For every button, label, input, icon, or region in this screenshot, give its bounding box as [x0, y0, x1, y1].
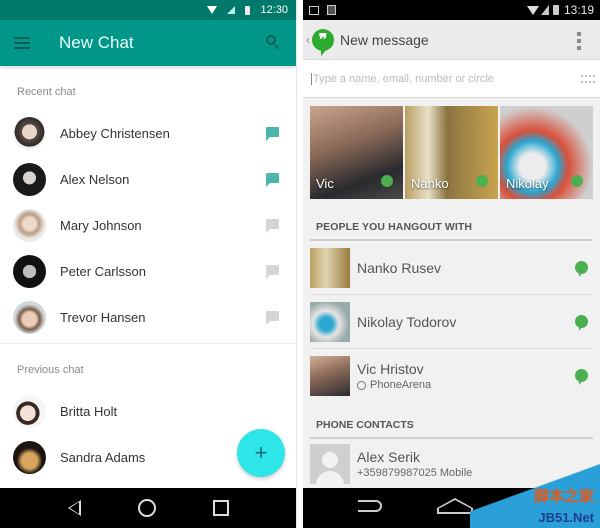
search-icon[interactable]: [266, 35, 280, 50]
contact-name: Trevor Hansen: [60, 309, 146, 325]
hangouts-presence-icon: [575, 369, 588, 385]
watermark-text: 脚本之家: [533, 488, 594, 505]
chat-row-mary[interactable]: Mary Johnson: [0, 202, 296, 248]
back-chevron-icon[interactable]: ‹: [306, 33, 310, 47]
message-icon[interactable]: [266, 265, 279, 279]
chat-row-alex[interactable]: Alex Nelson: [0, 156, 296, 202]
contact-name: Nikolay Todorov: [357, 313, 457, 330]
hangouts-presence-icon: [575, 315, 588, 331]
phone-contacts-header: PHONE CONTACTS: [310, 419, 593, 439]
watermark-badge: 脚本之家 JB51.Net: [470, 458, 600, 528]
chat-row-peter[interactable]: Peter Carlsson: [0, 248, 296, 294]
contact-name: Nanko Rusev: [357, 259, 442, 276]
message-icon[interactable]: [266, 173, 279, 187]
online-indicator: [381, 175, 393, 187]
recipient-input[interactable]: [311, 72, 561, 85]
message-icon[interactable]: [266, 219, 279, 233]
message-icon[interactable]: [266, 127, 279, 141]
watermark-url: JB51.Net: [538, 510, 594, 525]
right-phone-new-message: 13:19 ‹ ❞ New message Vic Nanko Nikolay: [303, 0, 600, 528]
tile-name: Nanko: [411, 176, 449, 191]
online-indicator: [476, 175, 488, 187]
contact-name: Vic Hristov: [357, 361, 424, 377]
wifi-icon: [526, 5, 539, 15]
back-icon[interactable]: [68, 500, 82, 516]
favorite-tiles: Vic Nanko Nikolay: [310, 106, 600, 199]
signal-icon: [540, 5, 549, 15]
contact-circle: PhoneArena: [357, 379, 431, 391]
battery-icon: [245, 5, 251, 15]
contact-name: Sandra Adams: [60, 449, 146, 465]
default-avatar-icon: [310, 444, 350, 484]
recipient-search-bar: [303, 60, 600, 98]
contact-name: Mary Johnson: [60, 217, 142, 233]
tile-nanko[interactable]: Nanko: [405, 106, 498, 199]
home-icon[interactable]: [137, 499, 156, 517]
hangout-row-nikolay[interactable]: Nikolay Todorov: [310, 295, 593, 349]
contact-name: Alex Serik: [357, 449, 421, 465]
tile-nikolay[interactable]: Nikolay: [500, 106, 593, 199]
wifi-icon: [207, 6, 218, 14]
chat-row-abbey[interactable]: Abbey Christensen: [0, 110, 296, 156]
tile-name: Nikolay: [506, 176, 549, 191]
recents-icon[interactable]: [212, 500, 229, 516]
new-chat-fab[interactable]: +: [237, 429, 285, 477]
hangout-row-nanko[interactable]: Nanko Rusev: [310, 241, 593, 295]
contact-name: Alex Nelson: [60, 171, 130, 187]
contact-phone: +359879987025 Mobile: [357, 467, 473, 479]
hangouts-logo-icon[interactable]: ❞: [312, 28, 334, 56]
app-bar: New Chat: [0, 20, 296, 66]
previous-chat-header: Previous chat: [17, 364, 84, 376]
message-icon[interactable]: [266, 311, 279, 325]
chat-row-britta[interactable]: Britta Holt: [0, 388, 296, 434]
hamburger-icon[interactable]: [14, 37, 30, 49]
keyboard-icon[interactable]: [581, 75, 595, 83]
hangouts-presence-icon: [575, 261, 588, 277]
signal-icon: [227, 6, 236, 14]
navigation-bar: [0, 488, 296, 528]
avatar: [13, 116, 46, 150]
avatar: [13, 300, 46, 334]
left-phone-new-chat: 12:30 New Chat Recent chat Abbey Christe…: [0, 0, 297, 528]
status-bar: 12:30: [0, 0, 296, 20]
page-title: New Chat: [59, 33, 134, 52]
contact-name: Peter Carlsson: [60, 263, 146, 279]
avatar: [13, 254, 46, 288]
chat-row-trevor[interactable]: Trevor Hansen: [0, 294, 296, 340]
status-time: 12:30: [260, 4, 288, 16]
contact-photo: [310, 247, 350, 288]
back-icon[interactable]: [358, 500, 382, 512]
tile-name: Vic: [316, 176, 334, 191]
recent-chat-header: Recent chat: [17, 86, 76, 98]
contact-photo: [310, 301, 350, 342]
avatar: [13, 440, 46, 474]
avatar: [13, 162, 46, 196]
avatar: [13, 394, 46, 428]
overflow-menu-icon[interactable]: [577, 32, 581, 50]
status-bar: 13:19: [303, 0, 600, 20]
home-icon[interactable]: [437, 498, 473, 508]
screenshot-comparison: 12:30 New Chat Recent chat Abbey Christe…: [0, 0, 600, 528]
status-time: 13:19: [563, 3, 594, 17]
battery-icon: [552, 5, 559, 15]
avatar: [13, 208, 46, 242]
online-indicator: [571, 175, 583, 187]
circle-link-icon: [357, 380, 366, 390]
contact-photo: [310, 356, 350, 396]
home-icon-base: [437, 508, 473, 514]
clipboard-notification-icon: [327, 5, 336, 15]
contact-name: Abbey Christensen: [60, 125, 170, 141]
app-bar: ‹ ❞ New message: [303, 20, 600, 60]
page-title: New message: [340, 31, 429, 48]
tile-vic[interactable]: Vic: [310, 106, 403, 199]
hangout-section-header: PEOPLE YOU HANGOUT WITH: [310, 221, 593, 241]
hangout-row-vic[interactable]: Vic Hristov PhoneArena: [310, 349, 593, 403]
contact-name: Britta Holt: [60, 403, 118, 419]
image-notification-icon: [309, 5, 319, 15]
